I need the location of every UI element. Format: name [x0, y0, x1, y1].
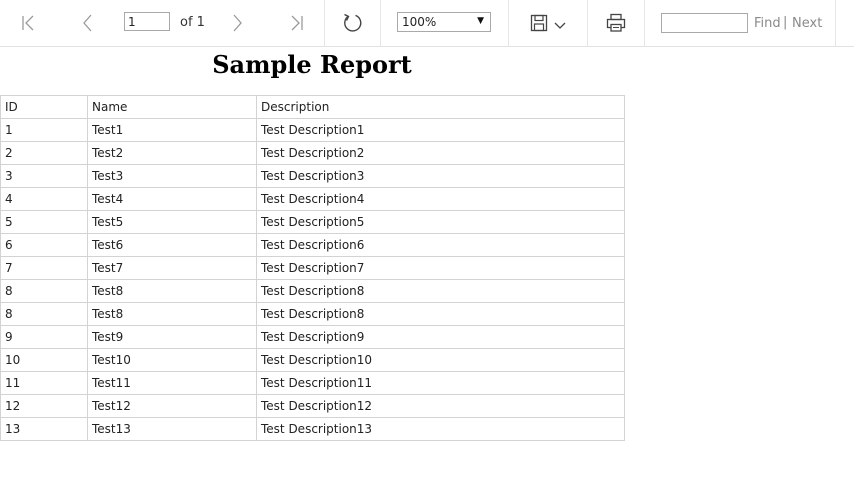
- cell-id: 10: [0, 348, 88, 372]
- next-link[interactable]: Next: [792, 16, 822, 31]
- table-row: 8 Test8 Test Description8: [0, 279, 625, 303]
- cell-name: Test5: [87, 210, 257, 234]
- dropdown-arrow-icon: ▼: [477, 16, 484, 26]
- cell-id: 5: [0, 210, 88, 234]
- cell-id: 12: [0, 394, 88, 418]
- zoom-select[interactable]: 100% ▼: [397, 12, 491, 32]
- chevron-down-icon: [552, 15, 568, 37]
- cell-name: Test13: [87, 417, 257, 441]
- cell-id: 9: [0, 325, 88, 349]
- print-button[interactable]: [605, 0, 627, 46]
- cell-id: 7: [0, 256, 88, 280]
- cell-id: 1: [0, 118, 88, 142]
- find-separator: |: [783, 15, 788, 30]
- cell-description: Test Description3: [256, 164, 625, 188]
- chevron-right-icon: [226, 12, 248, 34]
- cell-name: Test11: [87, 371, 257, 395]
- table-row: 11 Test11 Test Description11: [0, 371, 625, 395]
- find-link[interactable]: Find: [754, 16, 781, 31]
- cell-name: Test3: [87, 164, 257, 188]
- cell-id: 6: [0, 233, 88, 257]
- last-page-icon: [285, 12, 307, 34]
- table-row: 9 Test9 Test Description9: [0, 325, 625, 349]
- cell-name: Test1: [87, 118, 257, 142]
- cell-id: 8: [0, 279, 88, 303]
- cell-description: Test Description7: [256, 256, 625, 280]
- cell-description: Test Description1: [256, 118, 625, 142]
- cell-name: Test7: [87, 256, 257, 280]
- toolbar-divider: [835, 0, 836, 46]
- first-page-button[interactable]: [18, 0, 40, 46]
- table-row: 8 Test8 Test Description8: [0, 302, 625, 326]
- last-page-button[interactable]: [285, 0, 307, 46]
- table-row: 3 Test3 Test Description3: [0, 164, 625, 188]
- cell-description: Test Description8: [256, 302, 625, 326]
- cell-description: Test Description8: [256, 279, 625, 303]
- previous-page-button[interactable]: [77, 0, 99, 46]
- table-row: 2 Test2 Test Description2: [0, 141, 625, 165]
- cell-description: Test Description11: [256, 371, 625, 395]
- cell-id: 8: [0, 302, 88, 326]
- table-row: 12 Test12 Test Description12: [0, 394, 625, 418]
- table-row: 7 Test7 Test Description7: [0, 256, 625, 280]
- save-icon: [528, 12, 550, 34]
- cell-name: Test2: [87, 141, 257, 165]
- table-row: 6 Test6 Test Description6: [0, 233, 625, 257]
- table-row: 5 Test5 Test Description5: [0, 210, 625, 234]
- cell-description: Test Description12: [256, 394, 625, 418]
- cell-id: 4: [0, 187, 88, 211]
- cell-description: Test Description4: [256, 187, 625, 211]
- table-row: 1 Test1 Test Description1: [0, 118, 625, 142]
- cell-name: Test9: [87, 325, 257, 349]
- column-header-id: ID: [0, 95, 88, 119]
- cell-name: Test12: [87, 394, 257, 418]
- report-table: ID Name Description 1 Test1 Test Descripti…: [0, 95, 625, 441]
- cell-name: Test8: [87, 302, 257, 326]
- cell-description: Test Description13: [256, 417, 625, 441]
- refresh-icon: [341, 12, 363, 34]
- first-page-icon: [18, 12, 40, 34]
- toolbar-divider: [380, 0, 381, 46]
- cell-description: Test Description6: [256, 233, 625, 257]
- cell-id: 13: [0, 417, 88, 441]
- cell-name: Test6: [87, 233, 257, 257]
- chevron-left-icon: [77, 12, 99, 34]
- table-row: 13 Test13 Test Description13: [0, 417, 625, 441]
- next-page-button[interactable]: [226, 0, 248, 46]
- cell-name: Test10: [87, 348, 257, 372]
- zoom-value: 100%: [402, 15, 437, 29]
- table-row: 10 Test10 Test Description10: [0, 348, 625, 372]
- table-header-row: ID Name Description: [0, 95, 625, 119]
- toolbar-divider: [324, 0, 325, 46]
- cell-id: 2: [0, 141, 88, 165]
- cell-description: Test Description10: [256, 348, 625, 372]
- column-header-name: Name: [87, 95, 257, 119]
- export-button[interactable]: [528, 0, 568, 46]
- column-header-description: Description: [256, 95, 625, 119]
- cell-name: Test8: [87, 279, 257, 303]
- toolbar-divider: [587, 0, 588, 46]
- report-toolbar: of 1 100% ▼ Find | Next: [0, 0, 854, 47]
- cell-id: 3: [0, 164, 88, 188]
- report-title: Sample Report: [212, 50, 412, 79]
- cell-id: 11: [0, 371, 88, 395]
- cell-description: Test Description2: [256, 141, 625, 165]
- refresh-button[interactable]: [341, 0, 363, 46]
- toolbar-divider: [644, 0, 645, 46]
- toolbar-divider: [508, 0, 509, 46]
- page-count-label: of 1: [180, 15, 205, 30]
- cell-description: Test Description5: [256, 210, 625, 234]
- table-row: 4 Test4 Test Description4: [0, 187, 625, 211]
- page-number-input[interactable]: [124, 12, 170, 31]
- cell-description: Test Description9: [256, 325, 625, 349]
- print-icon: [605, 12, 627, 34]
- find-input[interactable]: [661, 13, 748, 33]
- cell-name: Test4: [87, 187, 257, 211]
